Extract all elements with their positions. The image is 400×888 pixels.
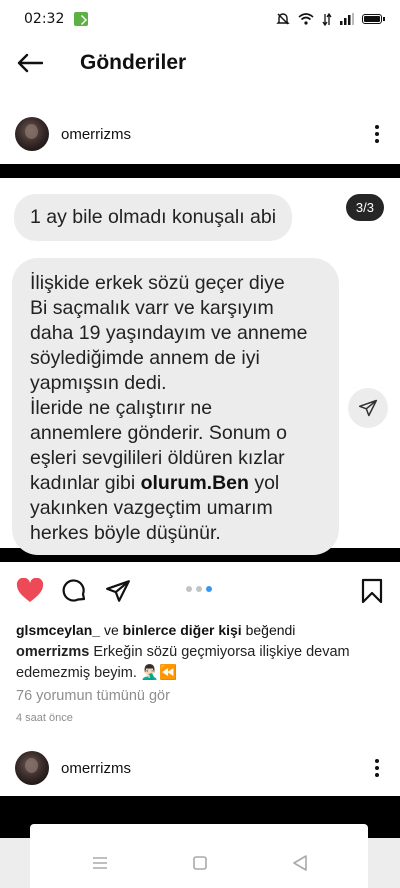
- liker-username[interactable]: glsmceylan_: [16, 622, 100, 638]
- view-all-comments-link[interactable]: 76 yorumun tümünü gör: [16, 688, 170, 704]
- carousel-page-badge: 3/3: [345, 194, 384, 221]
- carousel-dot-active: [206, 586, 212, 592]
- message-line: annemlere gönderir. Sonum o: [30, 422, 287, 444]
- next-post-username[interactable]: omerrizms: [61, 760, 131, 777]
- message-line: kadınlar gibi: [30, 472, 141, 494]
- back-triangle-icon[interactable]: [280, 843, 320, 883]
- chat-bubble-short: 1 ay bile olmadı konuşalı abi: [14, 194, 293, 241]
- message-line: yapmışsın dedi.: [30, 372, 167, 394]
- message-line: söylediğimde annem de iyi: [30, 347, 260, 369]
- more-options-icon[interactable]: [354, 114, 400, 154]
- data-icon: [322, 12, 332, 26]
- post-media[interactable]: 1 ay bile olmadı konuşalı abi 3/3 İlişki…: [0, 164, 400, 562]
- likes-connector: ve: [100, 622, 123, 638]
- post-caption: omerrizms Erkeğin sözü geçmiyorsa ilişki…: [16, 642, 386, 684]
- like-heart-icon[interactable]: [8, 569, 52, 613]
- menu-lines-icon[interactable]: [80, 843, 120, 883]
- post-header: omerrizms: [0, 106, 400, 162]
- carousel-dots: [186, 586, 212, 592]
- message-line: Bi saçmalık varr ve karşıyım: [30, 297, 274, 319]
- share-icon[interactable]: [96, 569, 140, 613]
- carousel-dot: [186, 586, 192, 592]
- page-title: Gönderiler: [80, 51, 187, 74]
- avatar[interactable]: [15, 117, 49, 151]
- next-post-header: omerrizms: [0, 740, 400, 796]
- send-icon[interactable]: [348, 388, 388, 428]
- caption-username[interactable]: omerrizms: [16, 644, 89, 660]
- message-line: İleride ne çalıştırır ne: [30, 397, 213, 419]
- top-bar: Gönderiler: [0, 38, 400, 88]
- post-actions: [0, 568, 400, 614]
- wifi-icon: [298, 13, 314, 25]
- status-time: 02:32: [24, 11, 65, 27]
- avatar[interactable]: [15, 751, 49, 785]
- post-username[interactable]: omerrizms: [61, 126, 131, 143]
- message-line: herkes böyle düşünür.: [30, 522, 221, 544]
- more-options-icon[interactable]: [354, 748, 400, 788]
- likes-others[interactable]: binlerce diğer kişi: [123, 622, 242, 638]
- status-bar: 02:32: [0, 0, 400, 38]
- likes-suffix: beğendi: [241, 622, 296, 638]
- message-bold: olurum.Ben: [140, 472, 249, 494]
- bookmark-icon[interactable]: [350, 569, 394, 613]
- mute-icon: [276, 13, 290, 25]
- signal-icon: [340, 13, 354, 25]
- message-line: yol: [248, 472, 280, 494]
- battery-icon: [362, 14, 385, 24]
- post-timestamp: 4 saat önce: [16, 712, 73, 724]
- comment-icon[interactable]: [52, 569, 96, 613]
- likes-line[interactable]: glsmceylan_ ve binlerce diğer kişi beğen…: [16, 622, 295, 638]
- message-line: eşleri sevgilileri öldüren kızlar: [30, 447, 285, 469]
- arrow-left-icon[interactable]: [0, 38, 60, 88]
- chat-bubble-long: İlişkide erkek sözü geçer diye Bi saçmal…: [12, 258, 339, 555]
- message-line: İlişkide erkek sözü geçer diye: [30, 272, 285, 294]
- status-icons: [276, 12, 385, 26]
- app-notification-icon: [74, 12, 89, 26]
- message-line: daha 19 yaşındayım ve anneme: [30, 322, 308, 344]
- message-line: yakınken vazgeçtim umarım: [30, 497, 273, 519]
- home-square-icon[interactable]: [180, 843, 220, 883]
- carousel-dot: [196, 586, 202, 592]
- system-nav-bar: [0, 838, 400, 888]
